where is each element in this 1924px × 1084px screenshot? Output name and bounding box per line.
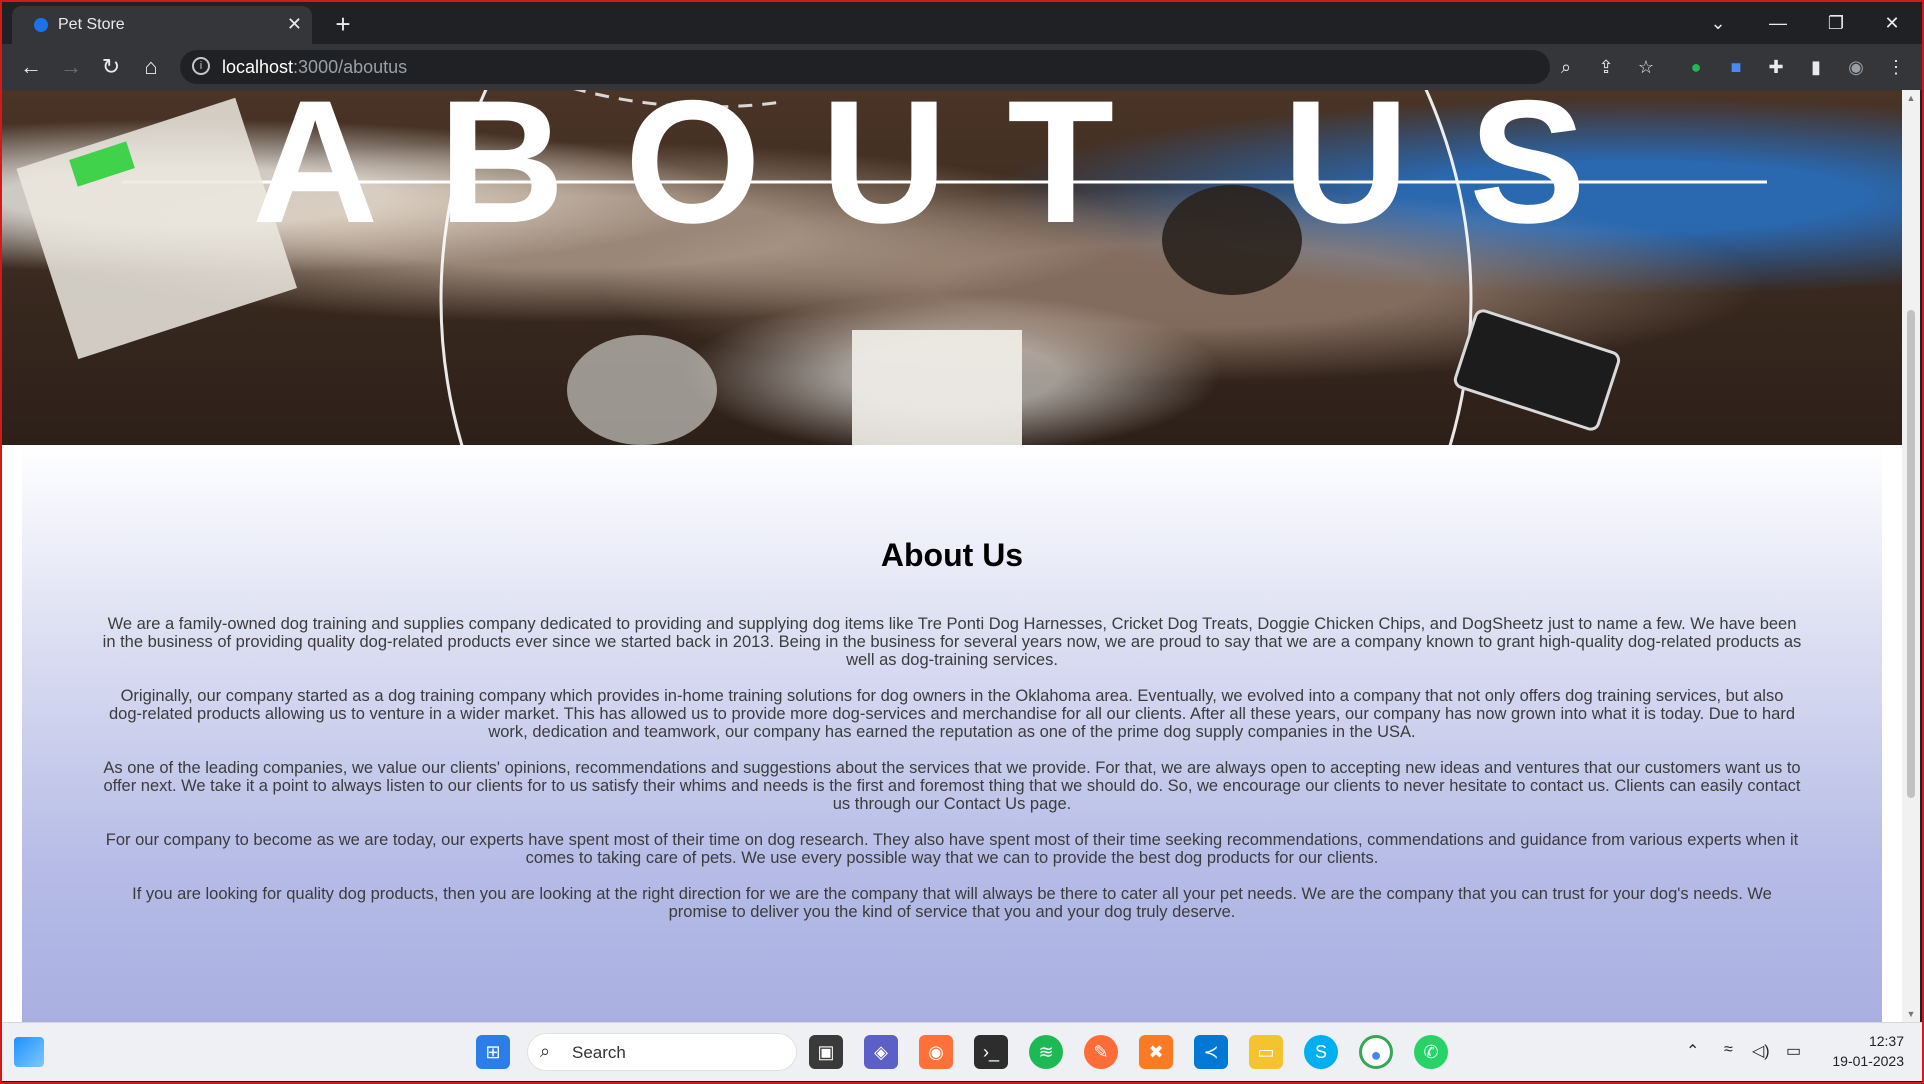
- about-title: About Us: [880, 537, 1024, 573]
- menu-icon[interactable]: ⋮: [1883, 54, 1909, 80]
- xampp-icon[interactable]: ✖: [1139, 1035, 1173, 1069]
- vscode-icon[interactable]: ≺: [1194, 1035, 1228, 1069]
- clock-time: 12:37: [1868, 1033, 1904, 1049]
- extensions-icon[interactable]: ✚: [1763, 54, 1789, 80]
- home-button[interactable]: ⌂: [136, 52, 166, 82]
- side-panel-icon[interactable]: ▮: [1803, 54, 1829, 80]
- about-paragraph: We are a family-owned dog training and s…: [102, 615, 1802, 669]
- tab-search-button[interactable]: ⌄: [1690, 2, 1746, 44]
- minimize-button[interactable]: —: [1750, 2, 1806, 44]
- start-icon[interactable]: ⊞: [476, 1035, 510, 1069]
- restore-button[interactable]: ❐: [1808, 2, 1864, 44]
- scrollbar-thumb[interactable]: [1907, 310, 1915, 798]
- taskbar-search[interactable]: ⌕ Search: [527, 1033, 797, 1071]
- site-info-icon[interactable]: i: [192, 57, 210, 75]
- share-icon[interactable]: ⇪: [1593, 54, 1619, 80]
- address-bar[interactable]: i localhost:3000/aboutus: [180, 50, 1550, 84]
- hero-notebook: [852, 330, 1022, 445]
- hero-heading: ABOUT US: [252, 90, 1646, 260]
- scroll-down-icon[interactable]: ▼: [1902, 1006, 1920, 1022]
- terminal-icon[interactable]: ›_: [974, 1035, 1008, 1069]
- profile-avatar[interactable]: ◉: [1843, 54, 1869, 80]
- search-placeholder: Search: [572, 1043, 626, 1062]
- clock-date: 19-01-2023: [1832, 1053, 1904, 1069]
- skype-icon[interactable]: S: [1304, 1035, 1338, 1069]
- close-window-button[interactable]: ✕: [1864, 2, 1920, 44]
- url-text[interactable]: localhost:3000/aboutus: [222, 57, 407, 78]
- about-paragraph: If you are looking for quality dog produ…: [132, 885, 1772, 921]
- about-section: About Us We are a family-owned dog train…: [22, 445, 1882, 1022]
- about-paragraph: As one of the leading companies, we valu…: [103, 759, 1801, 813]
- spotify-icon[interactable]: ≋: [1029, 1035, 1063, 1069]
- tab-strip: Pet Store ✕ + ⌄ — ❐ ✕: [2, 2, 1922, 44]
- hero-cup: [567, 335, 717, 445]
- wifi-icon[interactable]: ≈: [1724, 1041, 1733, 1059]
- translate-icon[interactable]: ■: [1723, 54, 1749, 80]
- firefox-icon[interactable]: ◉: [919, 1035, 953, 1069]
- page-scrollbar[interactable]: ▲ ▼: [1902, 90, 1920, 1022]
- reload-button[interactable]: ↻: [96, 52, 126, 82]
- page-viewport: ABOUT US About Us We are a family-owned …: [2, 90, 1902, 1022]
- grammarly-icon[interactable]: ●: [1683, 54, 1709, 80]
- search-icon: ⌕: [540, 1041, 551, 1061]
- about-paragraph: Originally, our company started as a dog…: [109, 687, 1795, 741]
- tab-pet-store[interactable]: Pet Store ✕: [12, 6, 312, 44]
- favicon-icon: [34, 18, 48, 32]
- hero-banner: ABOUT US: [2, 90, 1902, 445]
- postman-icon[interactable]: ✎: [1084, 1035, 1118, 1069]
- forward-button[interactable]: →: [56, 52, 86, 82]
- about-paragraphs: We are a family-owned dog training and s…: [102, 615, 1802, 939]
- back-button[interactable]: ←: [16, 52, 46, 82]
- new-tab-button[interactable]: +: [327, 8, 359, 40]
- volume-icon[interactable]: ◁): [1752, 1041, 1770, 1061]
- scroll-up-icon[interactable]: ▲: [1902, 90, 1920, 106]
- file-explorer-icon[interactable]: ▭: [1249, 1035, 1283, 1069]
- tray-overflow-icon[interactable]: ⌃: [1686, 1041, 1699, 1061]
- browser-toolbar: ← → ↻ ⌂ i localhost:3000/aboutus ⌕ ⇪ ☆ ●…: [2, 44, 1922, 90]
- widgets-icon[interactable]: [14, 1037, 44, 1067]
- bookmark-star-icon[interactable]: ☆: [1633, 54, 1659, 80]
- chrome-icon[interactable]: ●: [1359, 1035, 1393, 1069]
- about-paragraph: For our company to become as we are toda…: [105, 831, 1799, 867]
- zoom-icon[interactable]: ⌕: [1553, 54, 1579, 80]
- whatsapp-icon[interactable]: ✆: [1414, 1035, 1448, 1069]
- hero-phone: [1453, 309, 1621, 431]
- taskbar-clock[interactable]: 12:37 19-01-2023: [1824, 1031, 1904, 1071]
- task-view-icon[interactable]: ▣: [809, 1035, 843, 1069]
- tab-title: Pet Store: [58, 16, 125, 33]
- tab-close-icon[interactable]: ✕: [287, 14, 302, 35]
- teams-icon[interactable]: ◈: [864, 1035, 898, 1069]
- windows-taskbar: ⊞ ⌕ Search ▣ ◈ ◉ ›_ ≋ ✎ ✖ ≺ ▭ S ● ✆ ⌃ ≈ …: [2, 1022, 1922, 1081]
- battery-icon[interactable]: ▭: [1786, 1041, 1801, 1061]
